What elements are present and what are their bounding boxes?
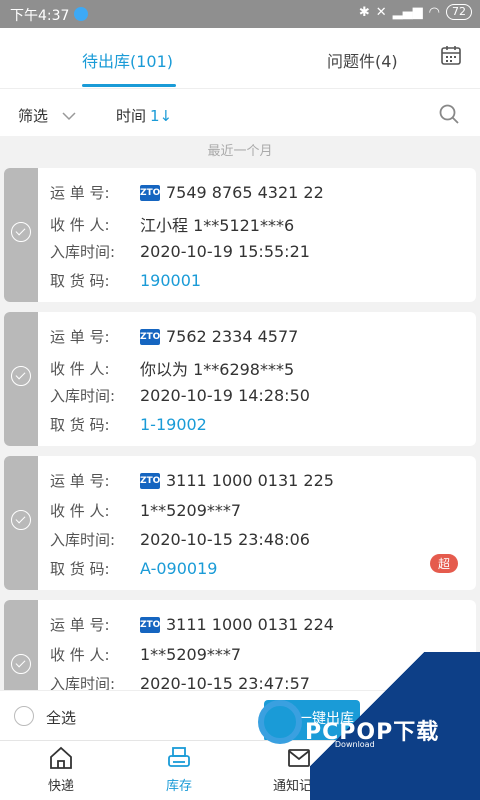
time-label: 入库时间: bbox=[50, 243, 116, 261]
status-time: 下午4:37 bbox=[10, 8, 70, 24]
stock-in-time: 2020-10-19 15:55:21 bbox=[140, 242, 310, 261]
filter-label: 筛选 bbox=[18, 107, 49, 125]
nav-stock[interactable]: 库存 bbox=[134, 745, 224, 794]
check-circle-icon[interactable] bbox=[11, 654, 31, 674]
battery-icon: 72 bbox=[446, 4, 472, 20]
mute-icon: ✕ bbox=[375, 4, 387, 20]
time-label: 入库时间: bbox=[50, 387, 116, 405]
wifi-icon: ◠ bbox=[428, 4, 440, 20]
zto-logo-icon: ZTO bbox=[140, 184, 160, 201]
tab-pending[interactable]: 待出库(101) bbox=[82, 48, 173, 72]
tab-active-indicator bbox=[82, 84, 176, 87]
receiver-label: 收 件 人: bbox=[50, 359, 110, 378]
card-select-strip[interactable] bbox=[4, 456, 38, 590]
time-label: 入库时间: bbox=[50, 531, 116, 549]
waybill-label: 运 单 号: bbox=[50, 616, 110, 634]
chevron-down-icon bbox=[62, 111, 76, 120]
zto-logo-icon: ZTO bbox=[140, 616, 160, 633]
sort-label: 时间 bbox=[116, 107, 147, 125]
pickup-label: 取 货 码: bbox=[50, 416, 110, 434]
home-icon bbox=[50, 746, 72, 769]
waybill-number: 7549 8765 4321 22 bbox=[166, 183, 324, 202]
check-circle-icon[interactable] bbox=[11, 222, 31, 242]
sort-order-icon: 1↓ bbox=[150, 107, 173, 125]
filter-dropdown[interactable]: 筛选 bbox=[18, 105, 76, 126]
receiver-value: 1**5209***7 bbox=[140, 645, 242, 664]
section-header: 最近一个月 bbox=[207, 144, 273, 159]
pickup-label: 取 货 码: bbox=[50, 272, 110, 290]
sort-by-time[interactable]: 时间 1↓ bbox=[116, 105, 172, 126]
receiver-label: 收 件 人: bbox=[50, 502, 110, 520]
filter-bar: 筛选 时间 1↓ bbox=[0, 88, 480, 136]
waybill-number: 7562 2334 4577 bbox=[166, 327, 299, 346]
waybill-label: 运 单 号: bbox=[50, 472, 110, 490]
receiver-value: 江小程 1**5121***6 bbox=[140, 216, 295, 235]
package-card[interactable]: 运 单 号: ZTO 7549 8765 4321 22 收 件 人: 江小程 1**… bbox=[4, 168, 476, 302]
search-icon[interactable] bbox=[438, 103, 460, 125]
nav-express-label: 快递 bbox=[47, 779, 74, 794]
card-select-strip[interactable] bbox=[4, 168, 38, 302]
watermark-logo-icon bbox=[258, 700, 302, 744]
nav-stock-label: 库存 bbox=[165, 779, 192, 794]
status-bar: 下午4:37 ✱ ✕ ▂▄▆ ◠ 72 bbox=[0, 0, 480, 28]
bluetooth-icon: ✱ bbox=[358, 4, 370, 20]
signal-icon: ▂▄▆ bbox=[392, 4, 423, 20]
receiver-label: 收 件 人: bbox=[50, 215, 110, 234]
zto-logo-icon: ZTO bbox=[140, 472, 160, 489]
receiver-value: 1**5209***7 bbox=[140, 501, 242, 520]
stock-in-time: 2020-10-19 14:28:50 bbox=[140, 386, 310, 405]
pickup-code: 1-19002 bbox=[140, 415, 207, 434]
watermark-sub: PCPOP Download bbox=[306, 740, 375, 749]
check-circle-icon[interactable] bbox=[11, 510, 31, 530]
status-icons: ✱ ✕ ▂▄▆ ◠ 72 bbox=[359, 4, 472, 20]
zto-logo-icon: ZTO bbox=[140, 328, 160, 345]
calendar-icon[interactable] bbox=[440, 44, 462, 66]
select-all-radio[interactable] bbox=[14, 706, 34, 726]
stock-in-time: 2020-10-15 23:48:06 bbox=[140, 530, 310, 549]
waybill-label: 运 单 号: bbox=[50, 184, 110, 202]
receiver-label: 收 件 人: bbox=[50, 646, 110, 664]
package-card[interactable]: 运 单 号: ZTO 7562 2334 4577 收 件 人: 你以为 1**629… bbox=[4, 312, 476, 446]
printer-icon bbox=[168, 747, 190, 767]
pickup-code: A-090019 bbox=[140, 559, 218, 578]
notification-dot-icon bbox=[74, 7, 88, 21]
waybill-label: 运 单 号: bbox=[50, 328, 110, 346]
pickup-label: 取 货 码: bbox=[50, 560, 110, 578]
nav-express[interactable]: 快递 bbox=[16, 745, 106, 794]
package-card[interactable]: 运 单 号: ZTO 3111 1000 0131 225 收 件 人: 1**520… bbox=[4, 456, 476, 590]
check-circle-icon[interactable] bbox=[11, 366, 31, 386]
card-select-strip[interactable] bbox=[4, 312, 38, 446]
top-tab-bar: 待出库(101) 问题件(4) bbox=[0, 28, 480, 88]
overdue-badge: 超 bbox=[429, 554, 458, 573]
waybill-number: 3111 1000 0131 225 bbox=[166, 471, 334, 490]
receiver-value: 你以为 1**6298***5 bbox=[140, 360, 295, 379]
waybill-number: 3111 1000 0131 224 bbox=[166, 615, 334, 634]
pickup-code: 190001 bbox=[140, 271, 202, 290]
tab-problem[interactable]: 问题件(4) bbox=[327, 48, 398, 72]
select-all-label[interactable]: 全选 bbox=[46, 707, 76, 728]
